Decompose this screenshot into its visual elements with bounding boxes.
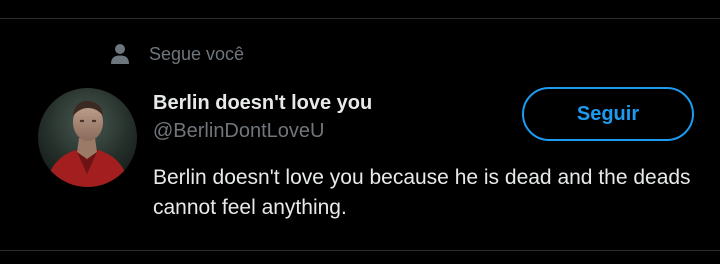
avatar[interactable]: [38, 88, 137, 187]
display-name[interactable]: Berlin doesn't love you: [153, 89, 513, 117]
top-divider: [0, 18, 720, 19]
bottom-divider: [0, 250, 720, 251]
person-icon: [111, 43, 129, 65]
follow-button[interactable]: Seguir: [522, 87, 694, 141]
user-handle[interactable]: @BerlinDontLoveU: [153, 117, 513, 145]
user-bio: Berlin doesn't love you because he is de…: [153, 166, 691, 219]
user-info: Berlin doesn't love you @BerlinDontLoveU: [153, 89, 513, 145]
social-context: Segue você: [111, 41, 244, 67]
social-context-text: Segue você: [149, 44, 245, 64]
